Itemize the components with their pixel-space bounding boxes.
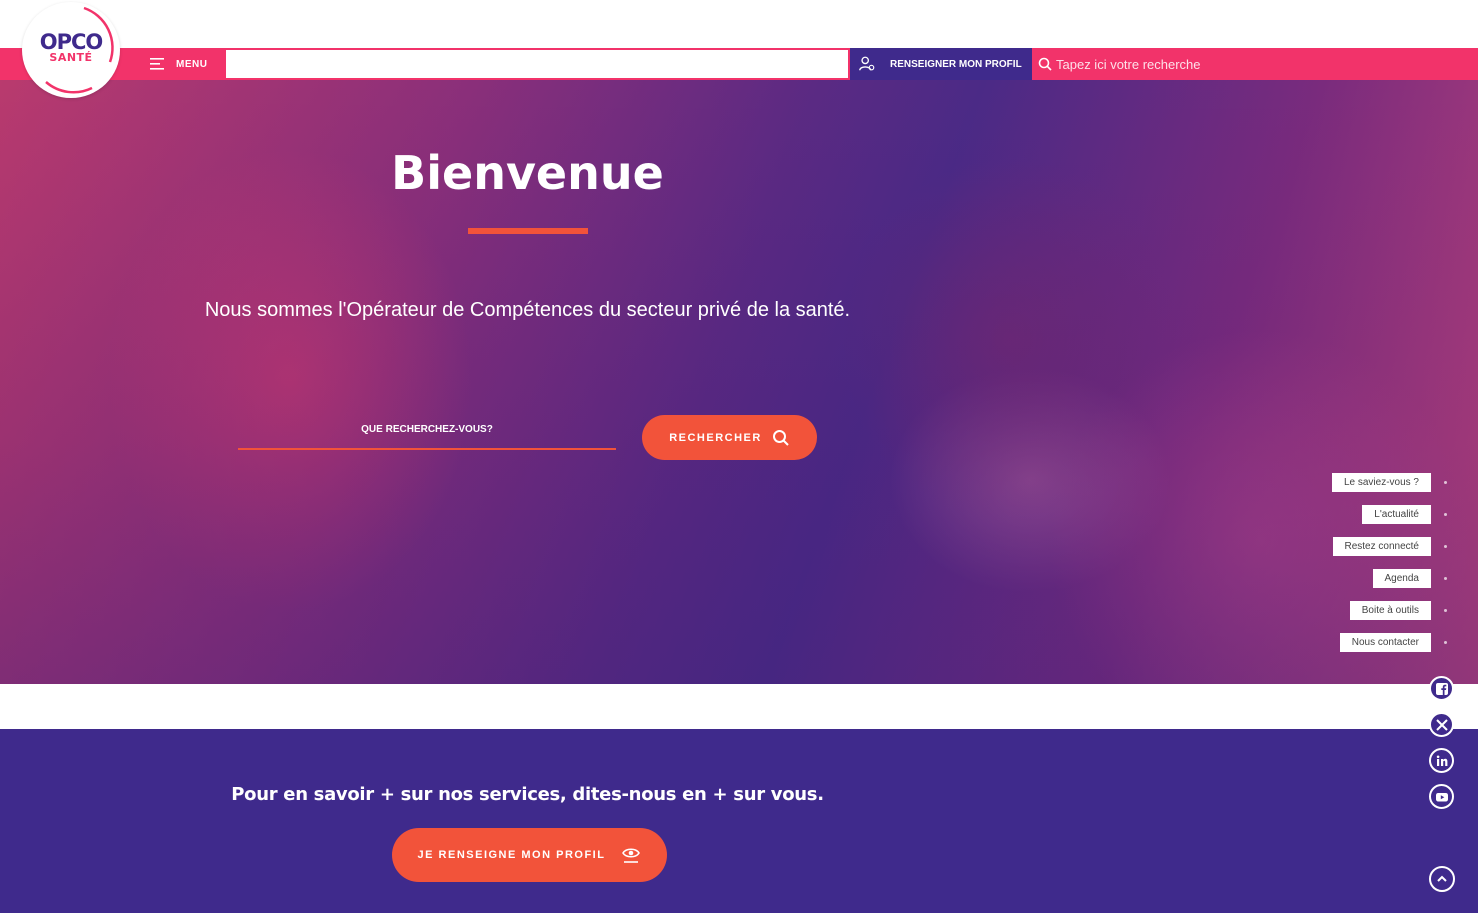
quick-link-dot xyxy=(1444,513,1447,516)
page: MENU RENSEIGNER MON PROFIL Tapez ici vot… xyxy=(0,0,1478,913)
menu-button[interactable]: MENU xyxy=(150,48,207,80)
facebook-link[interactable] xyxy=(1429,676,1454,701)
top-strip xyxy=(0,0,1478,48)
quick-link-label: Restez connecté xyxy=(1344,541,1420,552)
chevron-up-icon xyxy=(1437,875,1447,882)
hero-title-underline xyxy=(468,228,588,234)
youtube-link[interactable] xyxy=(1429,784,1454,809)
navbar: MENU RENSEIGNER MON PROFIL xyxy=(0,48,1478,80)
quick-link-dot xyxy=(1444,609,1447,612)
hero-search-button[interactable]: RECHERCHER xyxy=(642,415,817,460)
hero-search-field xyxy=(238,414,616,450)
hero-title: Bienvenue xyxy=(391,146,664,200)
quick-link-label: L'actualité xyxy=(1374,509,1419,520)
quick-link-actualite[interactable]: L'actualité xyxy=(1362,505,1431,524)
profile-nav-label: RENSEIGNER MON PROFIL xyxy=(890,58,1022,70)
quick-link-dot xyxy=(1444,481,1447,484)
quick-link-label: Agenda xyxy=(1384,573,1419,584)
quick-link-label: Le saviez-vous ? xyxy=(1343,477,1419,488)
quick-link-nous-contacter[interactable]: Nous contacter xyxy=(1339,633,1431,652)
search-icon xyxy=(1038,57,1052,71)
facebook-icon xyxy=(1435,682,1448,695)
hero-subtitle: Nous sommes l'Opérateur de Compétences d… xyxy=(204,299,851,321)
quick-link-restez-connecte[interactable]: Restez connecté xyxy=(1332,537,1431,556)
hero-search-input[interactable] xyxy=(238,414,616,444)
back-to-top-button[interactable] xyxy=(1429,866,1455,892)
quick-link-label: Boite à outils xyxy=(1361,605,1419,616)
x-link[interactable] xyxy=(1429,712,1454,737)
x-icon xyxy=(1435,718,1448,731)
youtube-icon xyxy=(1435,792,1448,801)
quick-link-dot xyxy=(1444,641,1447,644)
header-search xyxy=(1032,48,1478,80)
nav-white-band xyxy=(226,50,848,78)
quick-link-le-saviez-vous[interactable]: Le saviez-vous ? xyxy=(1331,473,1431,492)
opco-sante-logo[interactable]: OPCO SANTÉ xyxy=(22,2,120,98)
search-icon xyxy=(772,429,789,446)
header-search-input[interactable] xyxy=(1056,56,1436,72)
profile-nav-button[interactable]: RENSEIGNER MON PROFIL xyxy=(850,48,1032,80)
quick-link-agenda[interactable]: Agenda xyxy=(1372,569,1431,588)
hero-search-button-label: RECHERCHER xyxy=(669,431,762,444)
eye-icon xyxy=(622,848,641,863)
menu-icon xyxy=(150,58,164,70)
linkedin-link[interactable] xyxy=(1429,748,1454,773)
profile-section: Pour en savoir + sur nos services, dites… xyxy=(0,729,1478,913)
section-gap xyxy=(0,684,1478,729)
quick-link-dot xyxy=(1444,545,1447,548)
logo-text-sante: SANTÉ xyxy=(49,51,93,64)
profile-cta-label: JE RENSEIGNE MON PROFIL xyxy=(417,849,606,861)
menu-label: MENU xyxy=(176,58,208,70)
linkedin-icon xyxy=(1436,755,1447,766)
profile-cta-button[interactable]: JE RENSEIGNE MON PROFIL xyxy=(392,828,667,882)
user-settings-icon xyxy=(856,53,878,75)
quick-link-boite-a-outils[interactable]: Boite à outils xyxy=(1349,601,1431,620)
quick-link-label: Nous contacter xyxy=(1351,637,1419,648)
quick-link-dot xyxy=(1444,577,1447,580)
hero-banner: Bienvenue Nous sommes l'Opérateur de Com… xyxy=(0,80,1478,684)
profile-section-text: Pour en savoir + sur nos services, dites… xyxy=(231,784,824,805)
